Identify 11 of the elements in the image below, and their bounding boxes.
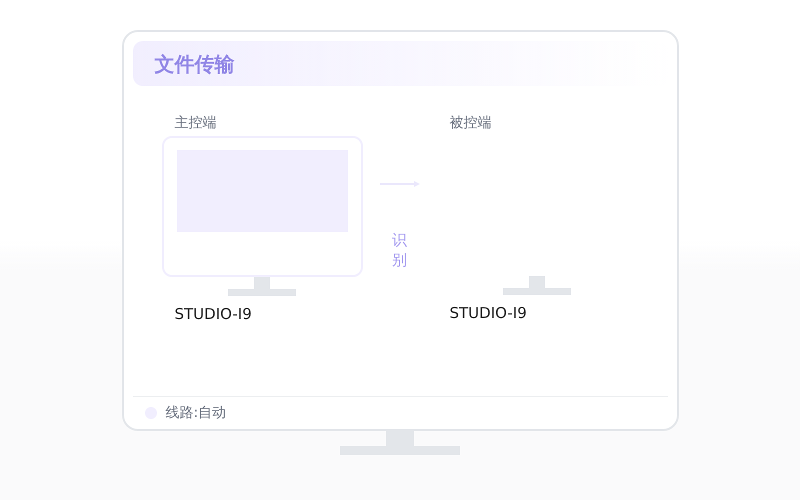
monitor-stand-base (228, 289, 296, 296)
link-label: 识别 (392, 231, 407, 270)
status-text: 线路:自动 (166, 404, 226, 422)
device-name: STUDIO-I9 (450, 303, 528, 323)
monitor-stand-base (503, 288, 571, 295)
monitor-stand-neck (529, 276, 545, 288)
monitor-stand-neck (254, 277, 270, 289)
window-title: 文件传输 (154, 50, 234, 78)
device-name: STUDIO-I9 (174, 304, 253, 324)
device-role-label: 主控端 (174, 114, 218, 133)
device-role-label: 被控端 (450, 114, 492, 133)
